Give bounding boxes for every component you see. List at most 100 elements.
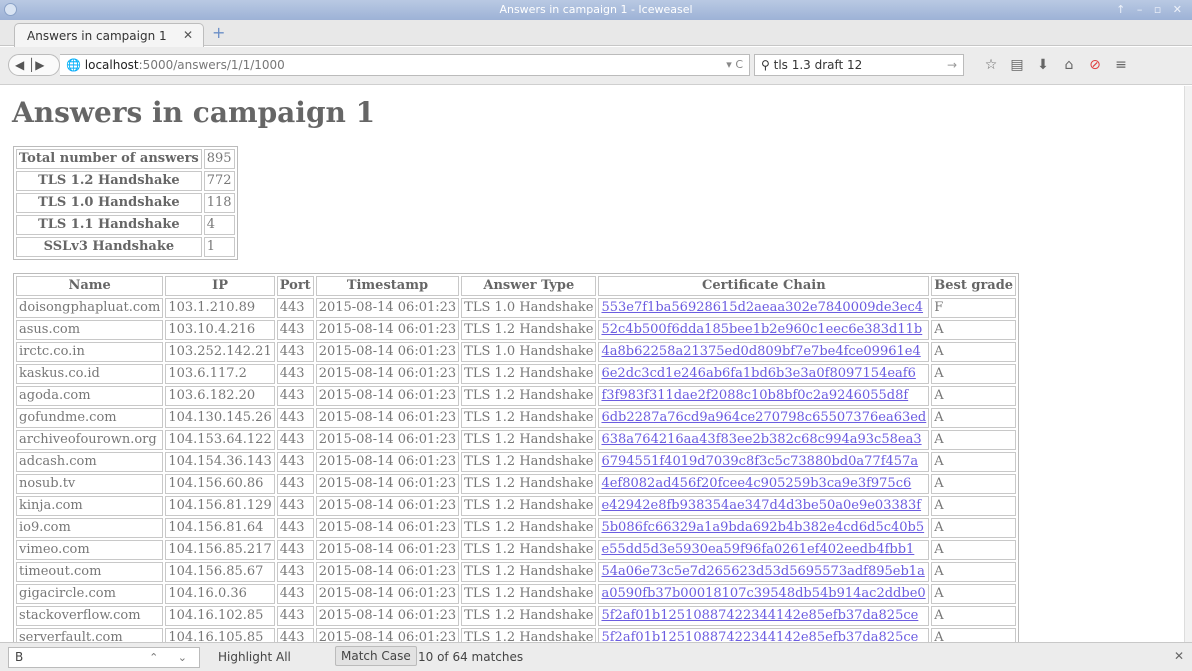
search-go-icon[interactable]: →	[947, 55, 957, 75]
close-tab-icon[interactable]: ✕	[183, 28, 193, 42]
navigation-bar: ◀ │▶ 🌐 localhost:5000/answers/1/1/1000 ▾…	[0, 47, 1192, 85]
cell-certificate-chain: 6e2dc3cd1e246ab6fa1bd6b3e3a0f8097154eaf6	[598, 364, 930, 384]
window-title: Answers in campaign 1 - Iceweasel	[499, 3, 693, 16]
page-content: Answers in campaign 1 Total number of an…	[0, 86, 1184, 642]
cell-name: kaskus.co.id	[16, 364, 164, 384]
home-icon[interactable]: ⌂	[1056, 57, 1082, 73]
cell-name: agoda.com	[16, 386, 164, 406]
cell-ip: 104.16.0.36	[165, 584, 275, 604]
certificate-chain-link[interactable]: 6e2dc3cd1e246ab6fa1bd6b3e3a0f8097154eaf6	[601, 366, 915, 381]
cell-certificate-chain: 553e7f1ba56928615d2aeaa302e7840009de3ec4	[598, 298, 930, 318]
cell-ip: 103.252.142.21	[165, 342, 275, 362]
certificate-chain-link[interactable]: 52c4b500f6dda185bee1b2e960c1eec6e383d11b	[601, 322, 922, 337]
certificate-chain-link[interactable]: e55dd5d3e5930ea59f96fa0261ef402eedb4fbb1	[601, 542, 914, 557]
certificate-chain-link[interactable]: f3f983f311dae2f2088c10b8bf0c2a9246055d8f	[601, 388, 908, 403]
table-row: kinja.com 104.156.81.129 443 2015-08-14 06:…	[16, 496, 1017, 516]
certificate-chain-link[interactable]: 553e7f1ba56928615d2aeaa302e7840009de3ec4	[601, 300, 923, 315]
url-bar[interactable]: 🌐 localhost:5000/answers/1/1/1000 ▾ C	[60, 54, 750, 76]
table-row: gigacircle.com 104.16.0.36 443 2015-08-14 0…	[16, 584, 1017, 604]
cell-best-grade: A	[931, 342, 1017, 362]
cell-certificate-chain: e42942e8fb938354ae347d4d3be50a0e9e03383f	[598, 496, 930, 516]
cell-port: 443	[276, 452, 314, 472]
find-bar: B ⌃ ⌄ Highlight All Match Case 10 of 64 …	[0, 642, 1192, 671]
summary-label: TLS 1.2 Handshake	[16, 171, 202, 191]
cell-certificate-chain: e55dd5d3e5930ea59f96fa0261ef402eedb4fbb1	[598, 540, 930, 560]
certificate-chain-link[interactable]: 4a8b62258a21375ed0d809bf7e7be4fce09961e4	[601, 344, 920, 359]
summary-row: TLS 1.2 Handshake 772	[16, 171, 235, 191]
cell-timestamp: 2015-08-14 06:01:23	[315, 342, 460, 362]
cell-port: 443	[276, 562, 314, 582]
cell-best-grade: A	[931, 408, 1017, 428]
close-find-icon[interactable]: ✕	[1174, 649, 1184, 663]
cell-certificate-chain: 54a06e73c5e7d265623d53d5695573adf895eb1a	[598, 562, 930, 582]
noscript-icon[interactable]: ⊘	[1082, 57, 1108, 73]
certificate-chain-link[interactable]: 5b086fc66329a1a9bda692b4b382e4cd6d5c40b5	[601, 520, 924, 535]
cell-certificate-chain: 638a764216aa43f83ee2b382c68c994a93c58ea3	[598, 430, 930, 450]
column-header: Timestamp	[315, 276, 460, 296]
cell-ip: 104.154.36.143	[165, 452, 275, 472]
bookmark-star-icon[interactable]: ☆	[978, 57, 1004, 73]
cell-best-grade: A	[931, 540, 1017, 560]
certificate-chain-link[interactable]: e42942e8fb938354ae347d4d3be50a0e9e03383f	[601, 498, 921, 513]
certificate-chain-link[interactable]: 54a06e73c5e7d265623d53d5695573adf895eb1a	[601, 564, 924, 579]
back-forward-buttons[interactable]: ◀ │▶	[8, 54, 60, 76]
reload-icon[interactable]: ▾ C	[726, 55, 743, 75]
cell-answer-type: TLS 1.2 Handshake	[461, 606, 597, 626]
match-count: 10 of 64 matches	[418, 650, 524, 664]
summary-table: Total number of answers 895 TLS 1.2 Handsh…	[13, 146, 238, 260]
table-row: irctc.co.in 103.252.142.21 443 2015-08-14 0…	[16, 342, 1017, 362]
cell-name: irctc.co.in	[16, 342, 164, 362]
cell-answer-type: TLS 1.2 Handshake	[461, 452, 597, 472]
certificate-chain-link[interactable]: 5f2af01b12510887422344142e85efb37da825ce	[601, 608, 918, 623]
certificate-chain-link[interactable]: 6794551f4019d7039c8f3c5c73880bd0a77f457a	[601, 454, 918, 469]
cell-certificate-chain: 6db2287a76cd9a964ce270798c65507376ea63ed	[598, 408, 930, 428]
cell-timestamp: 2015-08-14 06:01:23	[315, 496, 460, 516]
url-host: localhost	[84, 58, 139, 72]
window-controls[interactable]: ↑ – ▫ ✕	[1116, 0, 1186, 20]
cell-answer-type: TLS 1.0 Handshake	[461, 342, 597, 362]
iceweasel-icon	[4, 3, 17, 16]
cell-answer-type: TLS 1.0 Handshake	[461, 298, 597, 318]
cell-name: asus.com	[16, 320, 164, 340]
cell-name: timeout.com	[16, 562, 164, 582]
download-icon[interactable]: ⬇	[1030, 57, 1056, 73]
certificate-chain-link[interactable]: 638a764216aa43f83ee2b382c68c994a93c58ea3	[601, 432, 921, 447]
summary-label: Total number of answers	[16, 149, 202, 169]
tab-answers[interactable]: Answers in campaign 1 ✕	[14, 23, 204, 47]
answers-table: Name IP Port Timestamp Answer Type Certificat…	[13, 273, 1020, 642]
cell-port: 443	[276, 364, 314, 384]
cell-name: nosub.tv	[16, 474, 164, 494]
cell-ip: 103.10.4.216	[165, 320, 275, 340]
certificate-chain-link[interactable]: a0590fb37b00018107c39548db54b914ac2ddbe0	[601, 586, 925, 601]
new-tab-icon[interactable]: +	[212, 25, 225, 41]
cell-timestamp: 2015-08-14 06:01:23	[315, 606, 460, 626]
cell-answer-type: TLS 1.2 Handshake	[461, 430, 597, 450]
table-row: asus.com 103.10.4.216 443 2015-08-14 06:01:…	[16, 320, 1017, 340]
cell-name: io9.com	[16, 518, 164, 538]
find-prev-next-icons[interactable]: ⌃ ⌄	[149, 648, 195, 667]
certificate-chain-link[interactable]: 4ef8082ad456f20fcee4c905259b3ca9e3f975c6	[601, 476, 911, 491]
reading-list-icon[interactable]: ▤	[1004, 57, 1030, 73]
cell-answer-type: TLS 1.2 Handshake	[461, 408, 597, 428]
certificate-chain-link[interactable]: 5f2af01b12510887422344142e85efb37da825ce	[601, 630, 918, 642]
find-input[interactable]: B ⌃ ⌄	[8, 647, 200, 668]
match-case-button[interactable]: Match Case	[335, 646, 417, 666]
cell-port: 443	[276, 342, 314, 362]
cell-answer-type: TLS 1.2 Handshake	[461, 386, 597, 406]
menu-icon[interactable]: ≡	[1108, 57, 1134, 73]
certificate-chain-link[interactable]: 6db2287a76cd9a964ce270798c65507376ea63ed	[601, 410, 926, 425]
cell-timestamp: 2015-08-14 06:01:23	[315, 584, 460, 604]
search-input[interactable]: ⚲ tls 1.3 draft 12 →	[754, 54, 964, 76]
cell-best-grade: A	[931, 474, 1017, 494]
column-header: Answer Type	[461, 276, 597, 296]
cell-answer-type: TLS 1.2 Handshake	[461, 540, 597, 560]
cell-timestamp: 2015-08-14 06:01:23	[315, 562, 460, 582]
page-title: Answers in campaign 1	[12, 96, 376, 129]
cell-timestamp: 2015-08-14 06:01:23	[315, 408, 460, 428]
cell-certificate-chain: 5f2af01b12510887422344142e85efb37da825ce	[598, 628, 930, 642]
cell-name: adcash.com	[16, 452, 164, 472]
column-header: Certificate Chain	[598, 276, 930, 296]
page-scrollbar[interactable]	[1184, 86, 1192, 642]
highlight-all-toggle[interactable]: Highlight All	[218, 650, 291, 664]
cell-best-grade: A	[931, 584, 1017, 604]
